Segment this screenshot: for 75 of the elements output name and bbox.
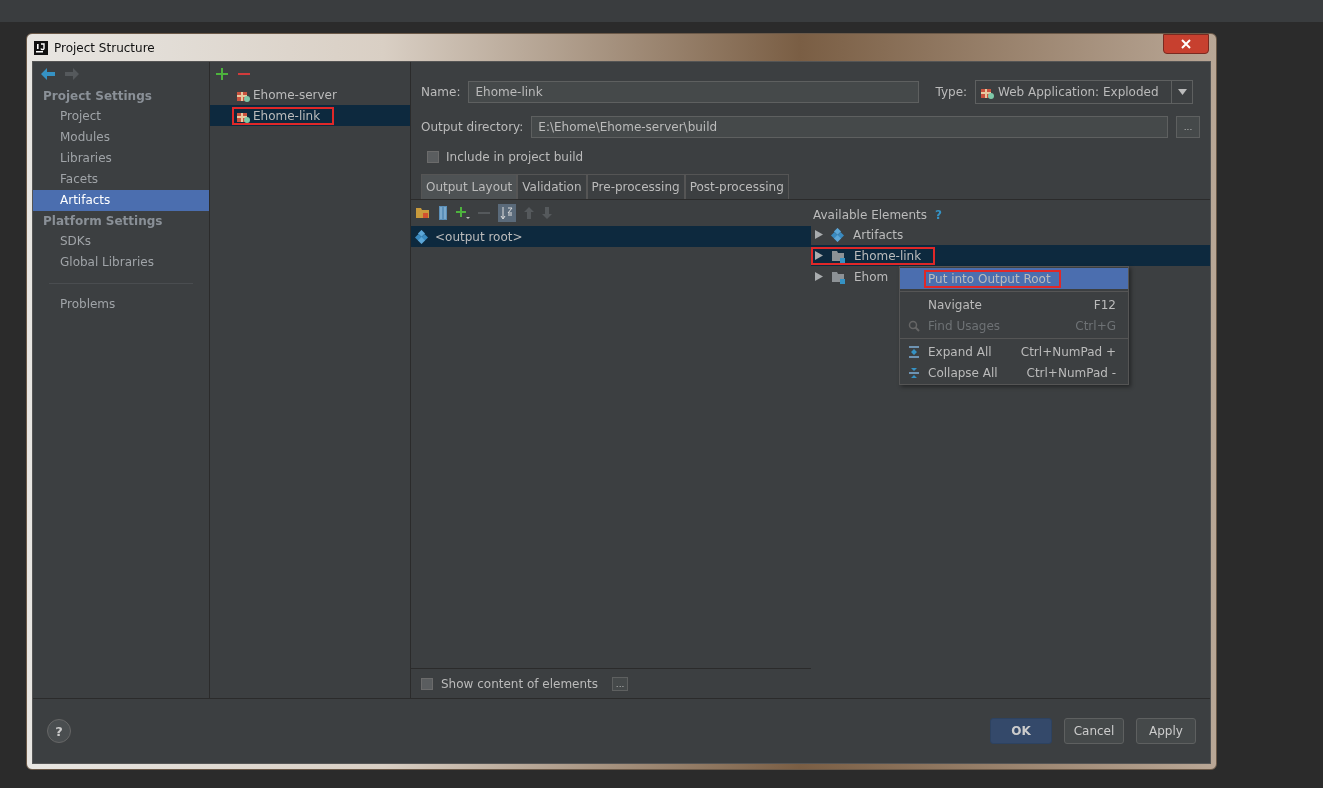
add-icon[interactable] bbox=[216, 68, 228, 80]
checkbox[interactable] bbox=[421, 677, 433, 690]
section-heading: Project Settings bbox=[42, 88, 153, 105]
tree-row[interactable]: <output root> bbox=[411, 226, 811, 247]
artifact-name: Ehome-server bbox=[253, 87, 337, 102]
dialog-button[interactable]: OK bbox=[990, 718, 1052, 744]
sidebar-item[interactable]: Artifacts bbox=[33, 190, 209, 211]
tree-label: Ehome-link bbox=[854, 248, 922, 263]
dropdown-arrow-icon bbox=[1177, 89, 1187, 95]
diamond-icon bbox=[415, 229, 429, 244]
pane-heading: Available Elements bbox=[813, 208, 928, 222]
tree-row[interactable]: Artifacts bbox=[811, 224, 1210, 245]
artifact-row[interactable]: Ehome-server bbox=[210, 84, 410, 105]
folder-icon bbox=[831, 269, 846, 284]
back-arrow-icon[interactable] bbox=[41, 68, 55, 80]
sidebar-item[interactable]: Global Libraries bbox=[33, 252, 209, 273]
app-logo-icon bbox=[34, 40, 48, 55]
menu-shortcut: Ctrl+NumPad + bbox=[1020, 344, 1116, 359]
add-icon[interactable] bbox=[456, 206, 470, 220]
folder-icon bbox=[831, 248, 846, 263]
field-label: Name: bbox=[421, 85, 461, 99]
checkbox-label: Show content of elements bbox=[441, 676, 599, 691]
expand-arrow-icon[interactable] bbox=[815, 230, 823, 239]
window-title: Project Structure bbox=[54, 40, 155, 55]
checkbox[interactable] bbox=[427, 151, 439, 163]
expand-arrow-icon[interactable] bbox=[815, 272, 823, 281]
artifact-row[interactable]: Ehome-link bbox=[210, 105, 410, 126]
menu-shortcut: F12 bbox=[1093, 297, 1116, 312]
output-directory-field[interactable]: E:\Ehome\Ehome-server\build bbox=[531, 116, 1168, 138]
expand-arrow-icon[interactable] bbox=[815, 251, 823, 260]
menu-label: Navigate bbox=[927, 296, 983, 314]
tree-label: <output root> bbox=[435, 229, 523, 244]
sidebar-item[interactable]: SDKs bbox=[33, 231, 209, 252]
dialog-button[interactable]: Apply bbox=[1136, 718, 1196, 744]
section-heading: Platform Settings bbox=[42, 213, 164, 230]
tab[interactable]: Output Layout bbox=[421, 174, 518, 199]
search-icon bbox=[908, 319, 920, 332]
menu-item[interactable]: Navigate F12 bbox=[900, 294, 1128, 315]
sidebar-item[interactable]: Facets bbox=[33, 169, 209, 190]
dialog-button[interactable]: Cancel bbox=[1064, 718, 1124, 744]
tab[interactable]: Pre-processing bbox=[586, 174, 685, 199]
tree-row[interactable]: Ehome-link bbox=[811, 245, 1210, 266]
dropdown-value: Web Application: Exploded bbox=[998, 85, 1159, 99]
menu-item[interactable]: Expand All Ctrl+NumPad + bbox=[900, 341, 1128, 362]
menu-shortcut: Ctrl+NumPad - bbox=[1026, 365, 1116, 380]
type-dropdown[interactable]: Web Application: Exploded bbox=[975, 80, 1194, 104]
close-icon bbox=[1181, 39, 1191, 49]
expand-all-icon bbox=[908, 345, 920, 358]
menu-label: Put into Output Root bbox=[924, 269, 1061, 288]
menu-label: Collapse All bbox=[927, 364, 999, 382]
name-field[interactable]: Ehome-link bbox=[468, 81, 920, 103]
diamond-icon bbox=[831, 227, 845, 242]
field-label: Type: bbox=[935, 85, 968, 99]
tree-label: Artifacts bbox=[853, 227, 904, 242]
close-button[interactable] bbox=[1163, 34, 1209, 54]
help-button[interactable]: ? bbox=[47, 719, 71, 743]
tab[interactable]: Validation bbox=[517, 174, 587, 199]
sidebar-item[interactable]: Project bbox=[33, 106, 209, 127]
browse-button[interactable]: ... bbox=[1176, 116, 1200, 138]
archive-icon[interactable] bbox=[438, 206, 448, 220]
checkbox-label: Include in project build bbox=[446, 150, 584, 164]
sort-icon[interactable] bbox=[498, 204, 516, 222]
menu-item[interactable]: Collapse All Ctrl+NumPad - bbox=[900, 362, 1128, 383]
collapse-all-icon bbox=[908, 366, 920, 379]
artifact-name: Ehome-link bbox=[253, 108, 321, 123]
sidebar-item[interactable]: Modules bbox=[33, 127, 209, 148]
sidebar-item[interactable]: Libraries bbox=[33, 148, 209, 169]
help-icon[interactable]: ? bbox=[935, 208, 943, 222]
menu-label: Expand All bbox=[927, 343, 993, 361]
tab[interactable]: Post-processing bbox=[684, 174, 789, 199]
sidebar-item[interactable]: Problems bbox=[33, 294, 209, 315]
folder-add-icon[interactable] bbox=[416, 207, 430, 219]
more-button[interactable]: ... bbox=[612, 676, 629, 691]
field-label: Output directory: bbox=[421, 120, 524, 134]
tree-label: Ehom bbox=[854, 269, 889, 284]
